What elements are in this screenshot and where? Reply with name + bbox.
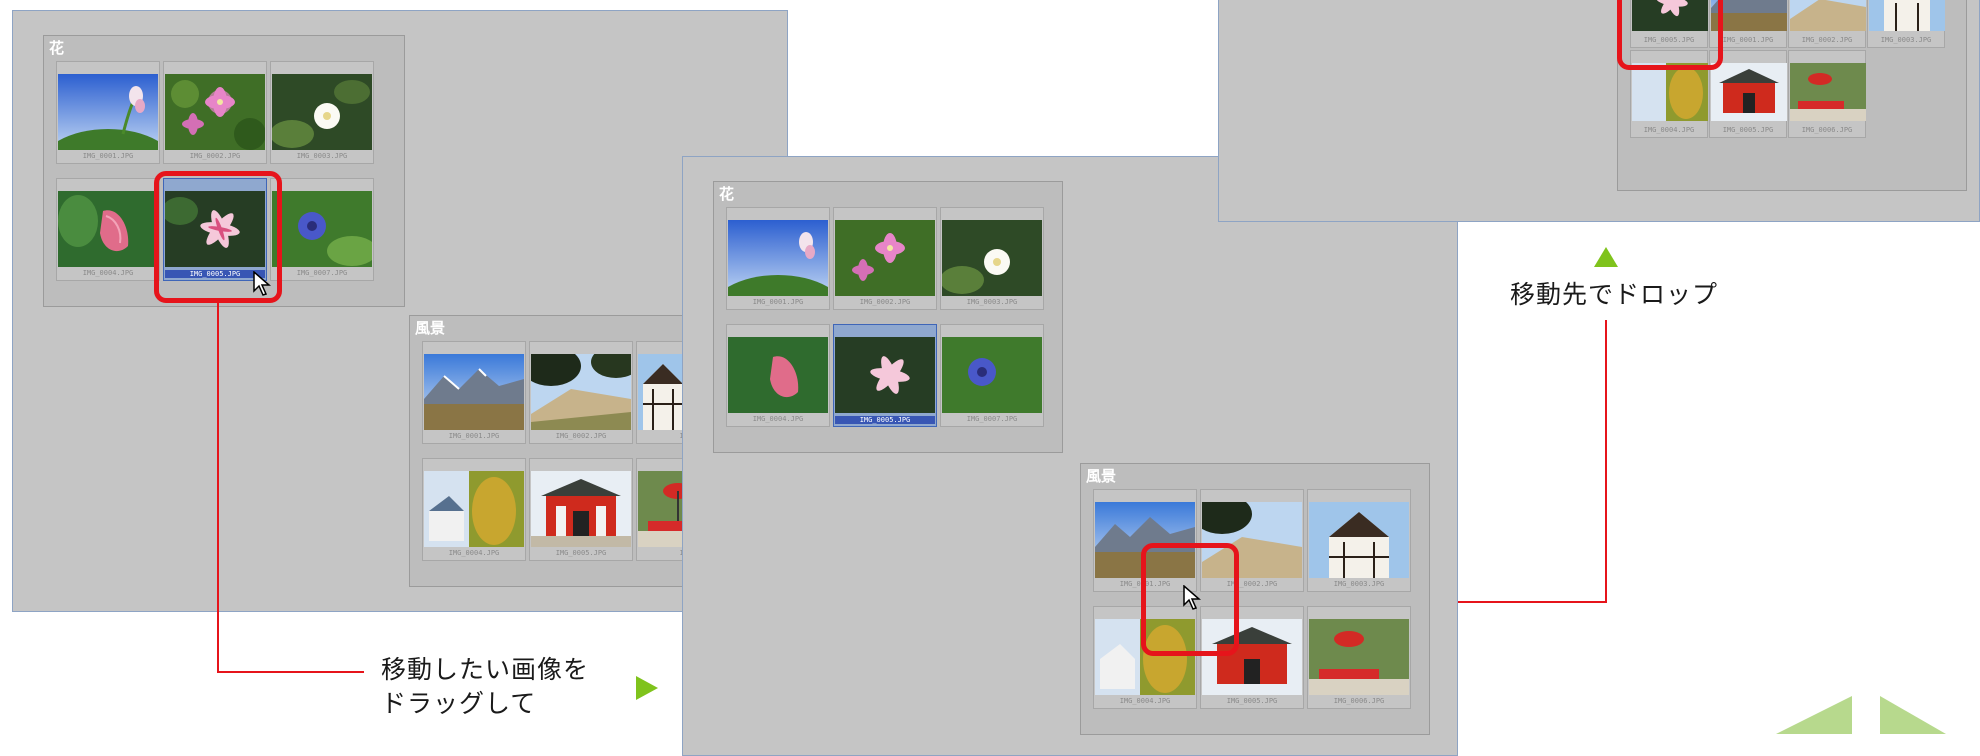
- screenshot-after: IMG_0005.JPG IMG_0001.JPG IMG_0002.JPG I…: [1218, 0, 1980, 222]
- thumbnail[interactable]: IMG_0006.JPG: [1788, 50, 1866, 138]
- thumbnail-image: [1309, 619, 1409, 695]
- thumbnail[interactable]: IMG_0003.JPG: [1867, 0, 1945, 48]
- thumbnail-filename: IMG_0005.JPG: [1722, 126, 1774, 134]
- thumbnail-selected[interactable]: IMG_0005.JPG: [833, 324, 937, 427]
- drag-instruction-line1: 移動したい画像を: [381, 655, 590, 684]
- album-title-landscape: 風景: [1086, 467, 1117, 485]
- thumbnail-filename: IMG_0002.JPG: [859, 298, 911, 306]
- decorative-arrows-icon: [1776, 696, 1946, 734]
- thumbnail-filename: IMG_0005.JPG: [835, 416, 935, 424]
- thumbnail[interactable]: IMG_0001.JPG: [726, 207, 830, 310]
- album-window-landscape[interactable]: 風景 IMG_0001.JPG IMG_0002.JPG IMG_0003.JP…: [1080, 463, 1430, 735]
- thumbnail[interactable]: IMG_0003.JPG: [1307, 489, 1411, 592]
- album-window-flowers[interactable]: 花 IMG_0001.JPG IMG_0002.JPG IMG_0003.JPG…: [713, 181, 1063, 453]
- thumbnail-filename: IMG_0004.JPG: [752, 415, 804, 423]
- thumbnail-image: [1711, 63, 1787, 121]
- screenshot-during: 花 IMG_0001.JPG IMG_0002.JPG IMG_0003.JPG…: [682, 156, 1458, 756]
- thumbnail-image: [1309, 502, 1409, 578]
- drag-instruction: 移動したい画像を ドラッグして: [381, 653, 589, 721]
- thumbnail[interactable]: IMG_0002.JPG: [1788, 0, 1866, 48]
- highlight-drop-position: [1141, 543, 1239, 656]
- thumbnail-image: [1869, 0, 1945, 31]
- thumbnail[interactable]: IMG_0006.JPG: [1307, 606, 1411, 709]
- drag-instruction-line2: ドラッグして: [381, 689, 537, 718]
- thumbnail-filename: IMG_0004.JPG: [1119, 697, 1171, 705]
- thumbnail[interactable]: IMG_0002.JPG: [833, 207, 937, 310]
- thumbnail-filename: IMG_0007.JPG: [966, 415, 1018, 423]
- thumbnail[interactable]: IMG_0004.JPG: [726, 324, 830, 427]
- thumbnail-image: [728, 220, 828, 296]
- thumbnail-image: [835, 337, 935, 413]
- thumbnail[interactable]: IMG_0007.JPG: [940, 324, 1044, 427]
- drop-instruction: 移動先でドロップ: [1510, 280, 1719, 309]
- thumbnail-image: [1790, 63, 1866, 121]
- arrow-right-icon: [636, 676, 658, 700]
- thumbnail[interactable]: IMG_0003.JPG: [940, 207, 1044, 310]
- highlight-dropped-image: [1617, 0, 1723, 70]
- thumbnail-image: [942, 337, 1042, 413]
- thumbnail-filename: IMG_0002.JPG: [1801, 36, 1853, 44]
- thumbnail-filename: IMG_0001.JPG: [752, 298, 804, 306]
- thumbnail-image: [1790, 0, 1866, 31]
- thumbnail-filename: IMG_0004.JPG: [1643, 126, 1695, 134]
- thumbnail-filename: IMG_0003.JPG: [1880, 36, 1932, 44]
- thumbnail-image: [942, 220, 1042, 296]
- thumbnail-filename: IMG_0006.JPG: [1801, 126, 1853, 134]
- thumbnail-image: [728, 337, 828, 413]
- thumbnail-filename: IMG_0003.JPG: [966, 298, 1018, 306]
- thumbnail-image: [835, 220, 935, 296]
- thumbnail-filename: IMG_0006.JPG: [1333, 697, 1385, 705]
- thumbnail-filename: IMG_0005.JPG: [1226, 697, 1278, 705]
- thumbnail-image: [1632, 63, 1708, 121]
- album-title-flowers: 花: [719, 185, 735, 203]
- thumbnail-filename: IMG_0003.JPG: [1333, 580, 1385, 588]
- arrow-up-icon: [1594, 247, 1618, 267]
